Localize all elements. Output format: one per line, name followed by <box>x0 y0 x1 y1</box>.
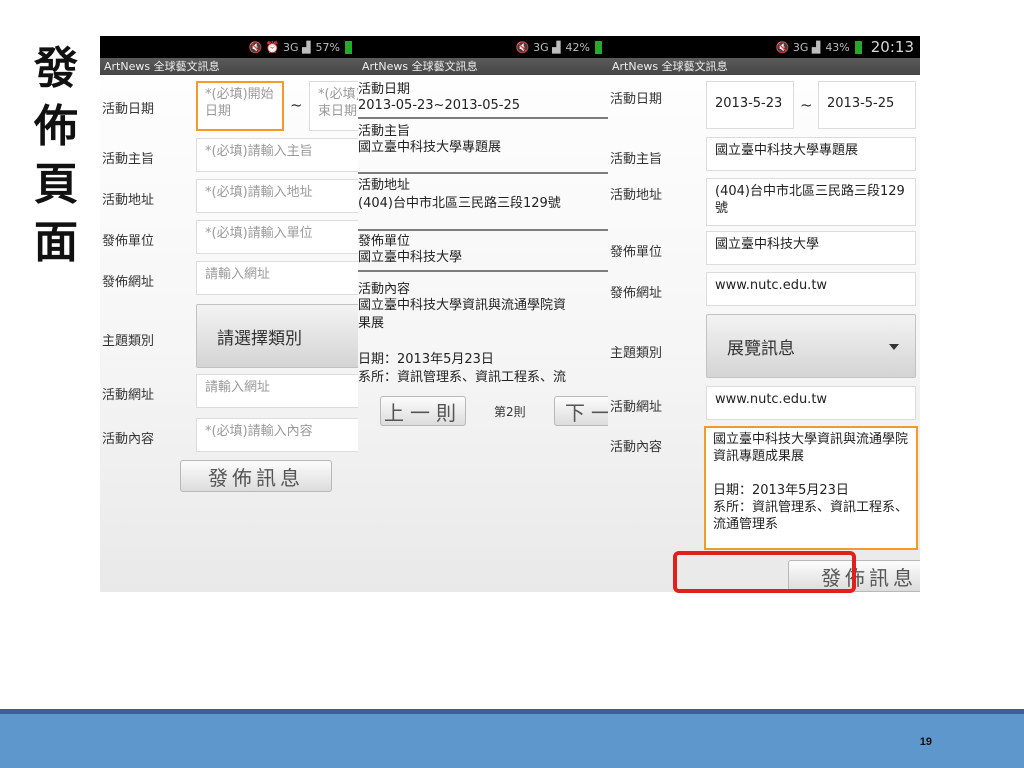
content-line: 日期：2013年5月23日 <box>358 352 494 367</box>
category-select-value: 請選擇類別 <box>217 328 302 349</box>
category-select-value: 展覽訊息 <box>727 338 795 359</box>
side-title-char: 佈 <box>34 101 78 152</box>
unit-label: 發佈單位 <box>610 245 663 260</box>
publish-button-highlight <box>673 551 856 593</box>
chevron-down-icon <box>889 344 899 350</box>
divider <box>358 172 608 174</box>
url-label: 發佈網址 <box>102 275 155 290</box>
battery-percent: 43% <box>825 40 850 54</box>
content-line: 果展 <box>358 316 385 331</box>
category-select[interactable]: 展覽訊息 <box>706 314 916 378</box>
subject-label: 活動主旨 <box>102 152 155 167</box>
date-start-input[interactable]: *(必填)開始日期 <box>196 81 284 131</box>
subject-label: 活動主旨 <box>610 152 663 167</box>
content-label: 活動內容 <box>610 440 663 455</box>
category-select[interactable]: 請選擇類別 <box>196 304 358 368</box>
url-input[interactable]: 請輸入網址 <box>196 261 358 295</box>
unit-input[interactable]: 國立臺中科技大學 <box>706 231 916 265</box>
app-title: ArtNews 全球藝文訊息 <box>358 58 608 75</box>
status-icons: 🔇 3G ▟ <box>775 40 821 54</box>
side-title-char: 面 <box>34 217 78 268</box>
battery-percent: 42% <box>565 40 590 54</box>
address-input[interactable]: (404)台中市北區三民路三段129號 <box>706 178 916 226</box>
address-value: (404)台中市北區三民路三段129號 <box>358 196 561 211</box>
app-title: ArtNews 全球藝文訊息 <box>608 58 920 75</box>
battery-percent: 57% <box>315 40 340 54</box>
category-label: 主題類別 <box>102 334 155 349</box>
event-url-input[interactable]: 請輸入網址 <box>196 374 358 408</box>
address-label: 活動地址 <box>102 193 155 208</box>
status-icons: 🔇 ⏰ 3G ▟ <box>248 40 311 54</box>
date-label: 活動日期 <box>102 102 155 117</box>
slide-footer: 19 <box>0 714 1024 768</box>
category-label: 主題類別 <box>610 346 663 361</box>
address-input[interactable]: *(必填)請輸入地址 <box>196 179 358 213</box>
divider <box>358 270 608 272</box>
unit-label: 發佈單位 <box>102 234 155 249</box>
divider <box>358 229 608 231</box>
date-end-input[interactable]: *(必填)結束日期 <box>309 81 358 131</box>
unit-label: 發佈單位 <box>358 234 411 249</box>
status-bar: 🔇 3G ▟ 42% <box>358 36 608 58</box>
date-label: 活動日期 <box>358 82 411 97</box>
content-input[interactable]: *(必填)請輸入內容 <box>196 418 358 452</box>
status-icons: 🔇 3G ▟ <box>515 40 561 54</box>
subject-value: 國立臺中科技大學專題展 <box>358 140 502 155</box>
page-number: 19 <box>919 736 932 748</box>
address-label: 活動地址 <box>610 188 663 203</box>
content-label: 活動內容 <box>102 432 155 447</box>
date-end-input[interactable]: 2013-5-25 <box>818 81 916 129</box>
event-url-input[interactable]: www.nutc.edu.tw <box>706 386 916 420</box>
subject-label: 活動主旨 <box>358 124 411 139</box>
slide-side-title: 發 佈 頁 面 <box>28 40 84 272</box>
url-input[interactable]: www.nutc.edu.tw <box>706 272 916 306</box>
phone-screen-detail: 🔇 3G ▟ 42% ArtNews 全球藝文訊息 活動日期 2013-05-2… <box>358 36 608 592</box>
status-bar: 🔇 3G ▟ 43% 20:13 <box>608 36 920 58</box>
prev-button[interactable]: 上一則 <box>380 396 466 426</box>
next-button[interactable]: 下一 <box>554 396 608 426</box>
date-separator: ~ <box>800 96 813 114</box>
page-indicator: 第2則 <box>494 405 526 419</box>
content-line: 系所：資訊管理系、資訊工程系、流 <box>358 370 567 385</box>
battery-icon <box>854 40 862 54</box>
date-separator: ~ <box>290 96 303 114</box>
battery-icon <box>595 40 602 54</box>
phone-screen-form-filled: 🔇 3G ▟ 43% 20:13 ArtNews 全球藝文訊息 活動日期 201… <box>608 36 920 592</box>
side-title-char: 發 <box>34 43 78 94</box>
subject-input[interactable]: *(必填)請輸入主旨 <box>196 138 358 172</box>
subject-input[interactable]: 國立臺中科技大學專題展 <box>706 137 916 171</box>
unit-input[interactable]: *(必填)請輸入單位 <box>196 220 358 254</box>
battery-icon <box>345 40 352 54</box>
unit-value: 國立臺中科技大學 <box>358 250 463 265</box>
side-title-char: 頁 <box>34 159 78 210</box>
content-line: 國立臺中科技大學資訊與流通學院資 <box>358 298 567 313</box>
phone-screen-form-empty: 🔇 ⏰ 3G ▟ 57% ArtNews 全球藝文訊息 活動日期 *(必填)開始… <box>100 36 358 592</box>
divider <box>358 117 608 119</box>
phone-screenshots: 🔇 ⏰ 3G ▟ 57% ArtNews 全球藝文訊息 活動日期 *(必填)開始… <box>100 36 920 593</box>
event-url-label: 活動網址 <box>610 400 663 415</box>
date-label: 活動日期 <box>610 92 663 107</box>
app-title: ArtNews 全球藝文訊息 <box>100 58 358 75</box>
date-value: 2013-05-23~2013-05-25 <box>358 98 520 113</box>
content-input[interactable]: 國立臺中科技大學資訊與流通學院資訊專題成果展 日期：2013年5月23日 系所：… <box>704 426 918 550</box>
status-bar: 🔇 ⏰ 3G ▟ 57% <box>100 36 358 58</box>
event-url-label: 活動網址 <box>102 388 155 403</box>
clock: 20:13 <box>870 38 914 56</box>
url-label: 發佈網址 <box>610 286 663 301</box>
content-label: 活動內容 <box>358 282 411 297</box>
address-label: 活動地址 <box>358 178 411 193</box>
date-start-input[interactable]: 2013-5-23 <box>706 81 794 129</box>
publish-button[interactable]: 發佈訊息 <box>180 460 332 492</box>
